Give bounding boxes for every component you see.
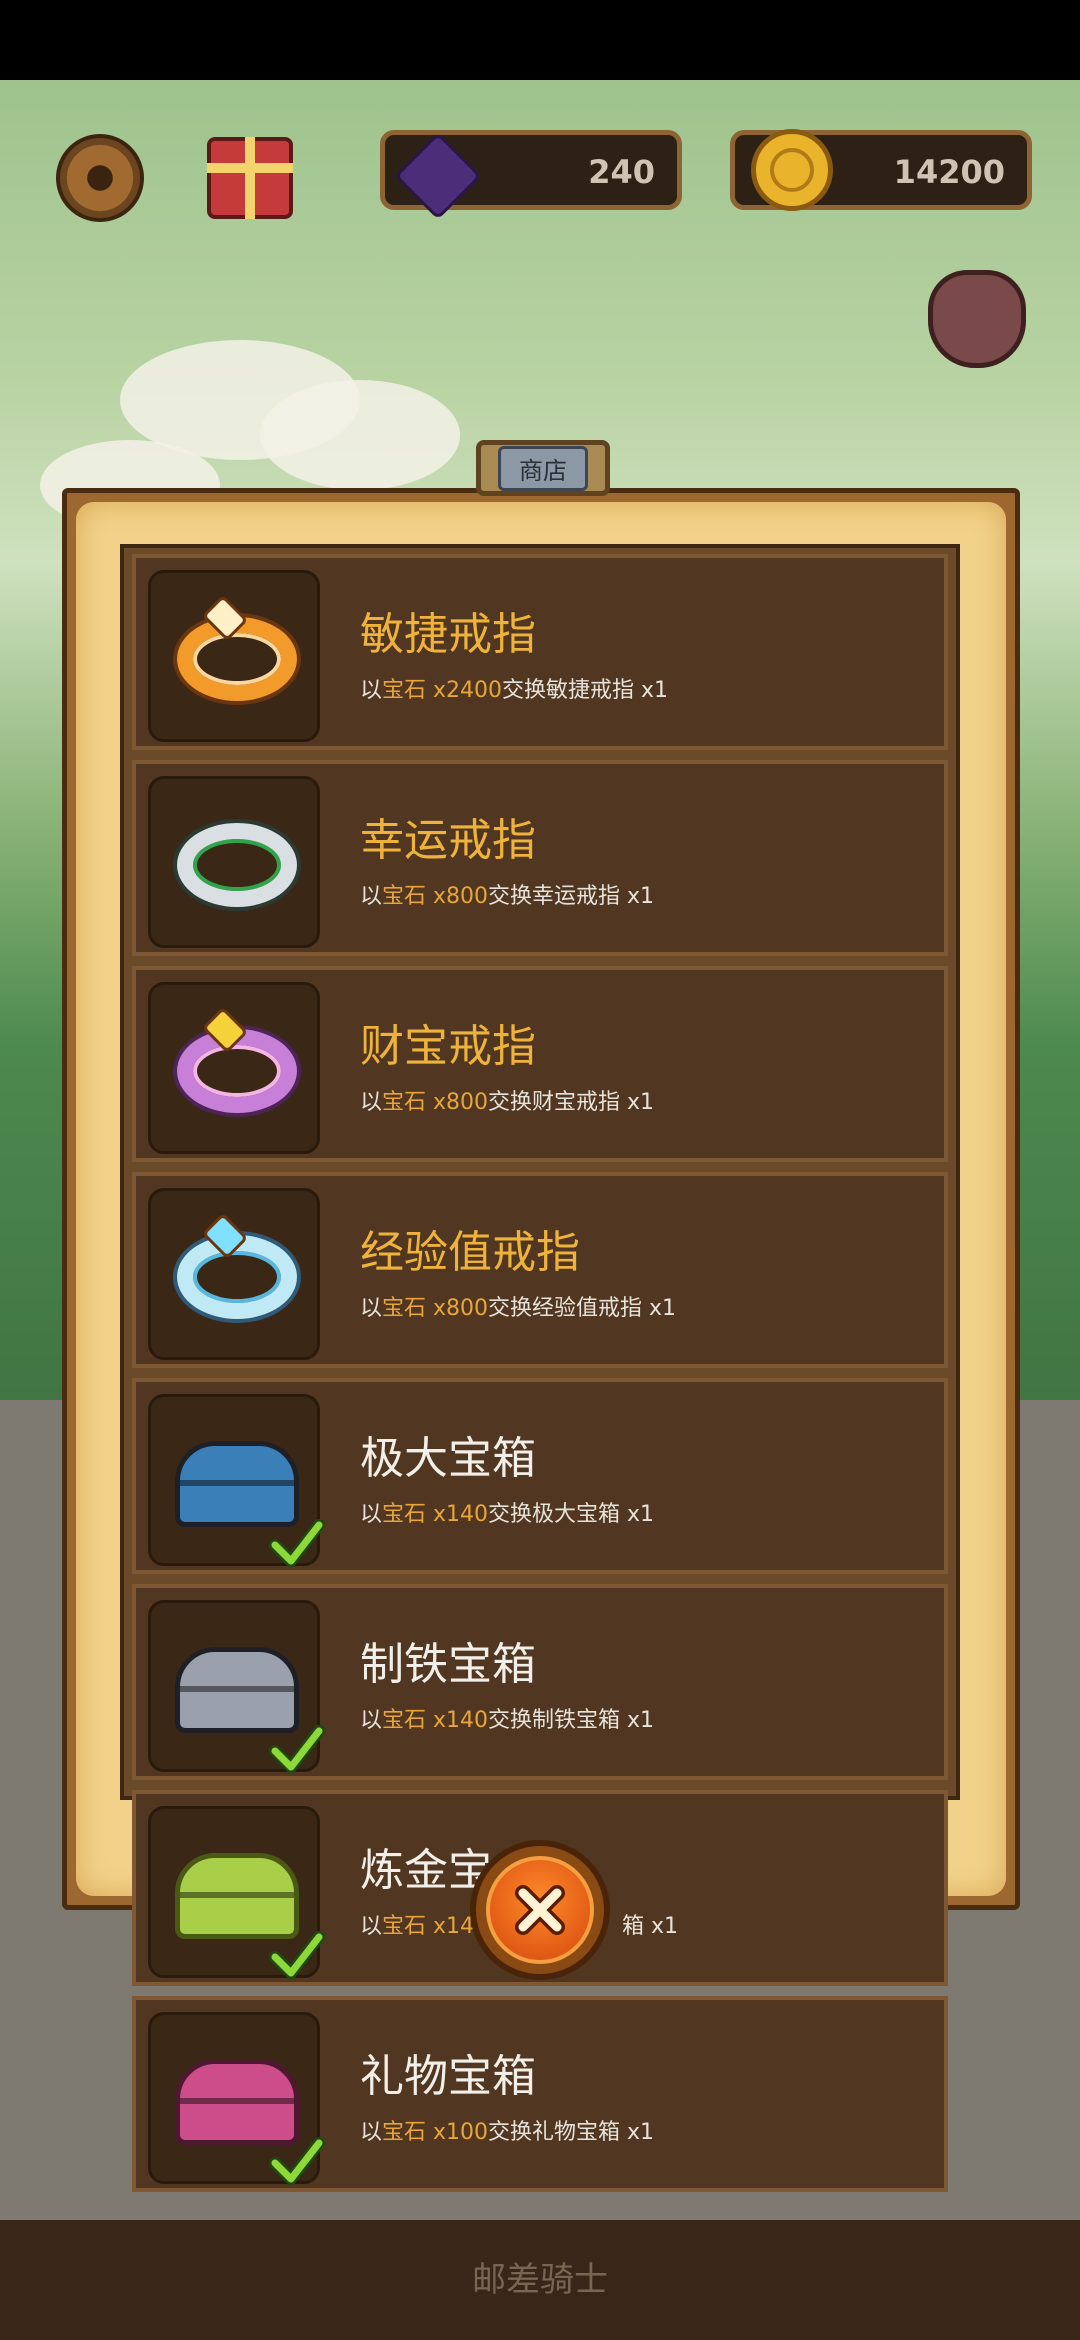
pouch-icon[interactable]	[928, 270, 1026, 368]
gift-button[interactable]	[200, 128, 300, 228]
item-slot	[148, 570, 320, 742]
close-button[interactable]	[470, 1840, 610, 1980]
checkmark-icon	[269, 1931, 325, 1979]
cloud	[260, 380, 460, 490]
shop-item-row[interactable]: 财宝戒指 以宝石 x800交换财宝戒指 x1	[132, 966, 948, 1162]
status-bar	[0, 0, 1080, 80]
shop-item-row[interactable]: 幸运戒指 以宝石 x800交换幸运戒指 x1	[132, 760, 948, 956]
shop-item-row[interactable]: 礼物宝箱 以宝石 x100交换礼物宝箱 x1	[132, 1996, 948, 2192]
item-description: 以宝石 x800交换幸运戒指 x1	[360, 884, 655, 909]
item-name: 经验值戒指	[360, 1227, 580, 1278]
item-slot	[148, 2012, 325, 2185]
gear-icon	[56, 134, 144, 222]
checkmark-icon	[269, 1725, 325, 1773]
checkmark-icon	[269, 2137, 325, 2185]
green-ring-icon	[177, 823, 297, 907]
close-button-face	[486, 1856, 594, 1964]
shop-item-row[interactable]: 敏捷戒指 以宝石 x2400交换敏捷戒指 x1	[132, 554, 948, 750]
item-slot	[148, 1394, 325, 1567]
item-description: 以宝石 x100交换礼物宝箱 x1	[360, 2120, 655, 2145]
shop-item-row[interactable]: 经验值戒指 以宝石 x800交换经验值戒指 x1	[132, 1172, 948, 1368]
gift-icon	[207, 137, 293, 219]
item-slot	[148, 1806, 325, 1979]
shop-tab-label: 商店	[498, 445, 588, 491]
item-description: 以宝石 x2400交换敏捷戒指 x1	[360, 678, 669, 703]
game-title: 邮差骑士	[472, 2260, 608, 2300]
item-description: 以宝石 x800交换财宝戒指 x1	[360, 1090, 655, 1115]
gem-icon	[394, 132, 482, 220]
item-slot	[148, 982, 320, 1154]
item-slot	[148, 1188, 320, 1360]
item-slot	[148, 776, 320, 948]
item-name: 敏捷戒指	[360, 609, 536, 660]
item-name: 幸运戒指	[360, 815, 536, 866]
item-name: 极大宝箱	[360, 1433, 536, 1484]
item-name: 礼物宝箱	[360, 2051, 536, 2102]
coin-icon	[751, 129, 833, 211]
checkmark-icon	[269, 1519, 325, 1567]
coin-count: 14200	[893, 153, 1005, 191]
item-name: 制铁宝箱	[360, 1639, 536, 1690]
item-slot	[148, 1600, 325, 1773]
close-icon	[515, 1885, 565, 1935]
item-name: 财宝戒指	[360, 1021, 536, 1072]
shop-tab: 商店	[476, 440, 610, 496]
item-description: 以宝石 x800交换经验值戒指 x1	[360, 1296, 677, 1321]
coin-counter: 14200	[730, 129, 1032, 211]
gem-count: 240	[588, 153, 655, 191]
shop-item-row[interactable]: 制铁宝箱 以宝石 x140交换制铁宝箱 x1	[132, 1584, 948, 1780]
item-description: 以宝石 x140交换制铁宝箱 x1	[360, 1708, 655, 1733]
gem-counter: 240	[380, 130, 682, 220]
settings-button[interactable]	[50, 128, 150, 228]
shop-item-row[interactable]: 极大宝箱 以宝石 x140交换极大宝箱 x1	[132, 1378, 948, 1574]
item-description: 以宝石 x140交换极大宝箱 x1	[360, 1502, 655, 1527]
